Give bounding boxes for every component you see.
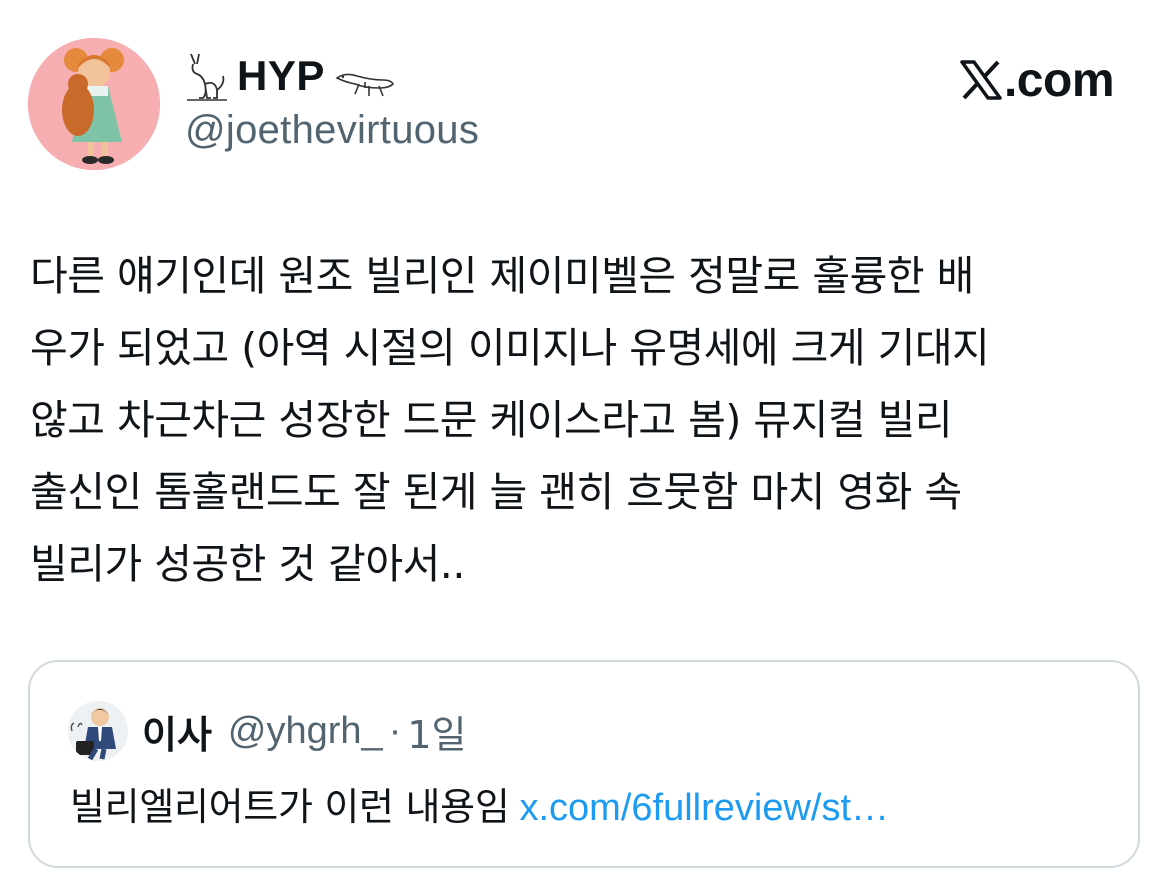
- quoted-link[interactable]: x.com/6fullreview/st…: [519, 787, 889, 829]
- brand-text: .com: [1003, 53, 1115, 107]
- tweet-header: HYP @joethevirtuous .com: [0, 0, 1170, 200]
- quoted-avatar-illustration-icon: [68, 701, 128, 761]
- x-logo-icon: [960, 60, 1002, 100]
- quoted-handle[interactable]: @yhgrh_: [228, 710, 383, 753]
- display-name[interactable]: HYP: [237, 52, 325, 100]
- tweet-text: 다른 얘기인데 원조 빌리인 제이미벨은 정말로 훌륭한 배 우가 되었고 (아…: [30, 252, 990, 588]
- quoted-avatar[interactable]: [68, 701, 128, 761]
- quoted-display-name[interactable]: 이사: [142, 704, 212, 759]
- quoted-text: 빌리엘리어트가 이런 내용임: [70, 785, 510, 829]
- quoted-tweet-header: 이사 @yhgrh_ · 1일: [68, 700, 466, 762]
- quoted-timestamp[interactable]: 1일: [407, 704, 466, 759]
- cat-emoji-icon: [187, 53, 227, 101]
- quoted-tweet-card[interactable]: 이사 @yhgrh_ · 1일 빌리엘리어트가 이런 내용임 x.com/6ful…: [28, 660, 1140, 868]
- dot-separator: ·: [388, 709, 402, 752]
- quoted-tweet-body: 빌리엘리어트가 이런 내용임 x.com/6fullreview/st…: [70, 776, 889, 831]
- lizard-emoji-icon: [335, 73, 394, 97]
- avatar-illustration-icon: [28, 38, 160, 170]
- name-row: HYP: [185, 44, 395, 108]
- user-handle[interactable]: @joethevirtuous: [185, 108, 479, 153]
- profile-avatar[interactable]: [28, 38, 160, 170]
- x-brand: .com: [960, 50, 1115, 110]
